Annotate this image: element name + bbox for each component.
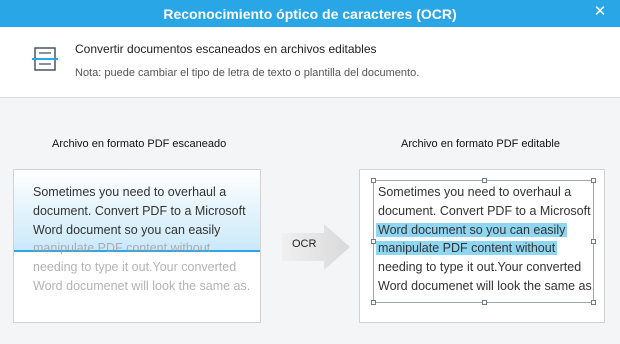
resize-handle bbox=[591, 178, 596, 183]
resize-handle bbox=[371, 300, 376, 305]
text-line: needing to type it out.Your converted bbox=[33, 260, 237, 275]
scanned-document-preview: Sometimes you need to overhaul a documen… bbox=[13, 169, 261, 323]
editable-document-preview: Sometimes you need to overhaul a documen… bbox=[359, 169, 605, 323]
editable-pdf-label: Archivo en formato PDF editable bbox=[401, 138, 560, 150]
scanner-document-icon bbox=[32, 47, 58, 71]
header-title: Convertir documentos escaneados en archi… bbox=[75, 42, 377, 56]
main-area: Archivo en formato PDF escaneado Archivo… bbox=[0, 98, 620, 344]
text-line: Sometimes you need to overhaul a bbox=[33, 185, 227, 199]
header-note: Nota: puede cambiar el tipo de letra de … bbox=[75, 67, 420, 79]
header-info: Convertir documentos escaneados en archi… bbox=[0, 27, 620, 98]
scanned-text: Sometimes you need to overhaul a documen… bbox=[33, 183, 250, 296]
ocr-label: OCR bbox=[292, 238, 317, 250]
resize-handle bbox=[371, 239, 376, 244]
resize-handle bbox=[482, 178, 487, 183]
close-icon[interactable]: ✕ bbox=[592, 4, 608, 20]
text-line: Word documenet will look the same as. bbox=[33, 278, 251, 293]
resize-handle bbox=[482, 300, 487, 305]
resize-handle bbox=[591, 239, 596, 244]
resize-handle bbox=[371, 178, 376, 183]
selection-box bbox=[371, 178, 596, 305]
window-title: Reconocimiento óptico de caracteres (OCR… bbox=[163, 5, 457, 22]
text-line: Word document so you can easily bbox=[33, 222, 221, 237]
scanned-pdf-label: Archivo en formato PDF escaneado bbox=[52, 138, 227, 150]
text-line: document. Convert PDF to a Microsoft bbox=[33, 203, 246, 218]
resize-handle bbox=[591, 300, 596, 305]
title-bar: Reconocimiento óptico de caracteres (OCR… bbox=[0, 0, 620, 27]
text-line: manipulate PDF content without bbox=[33, 241, 211, 256]
